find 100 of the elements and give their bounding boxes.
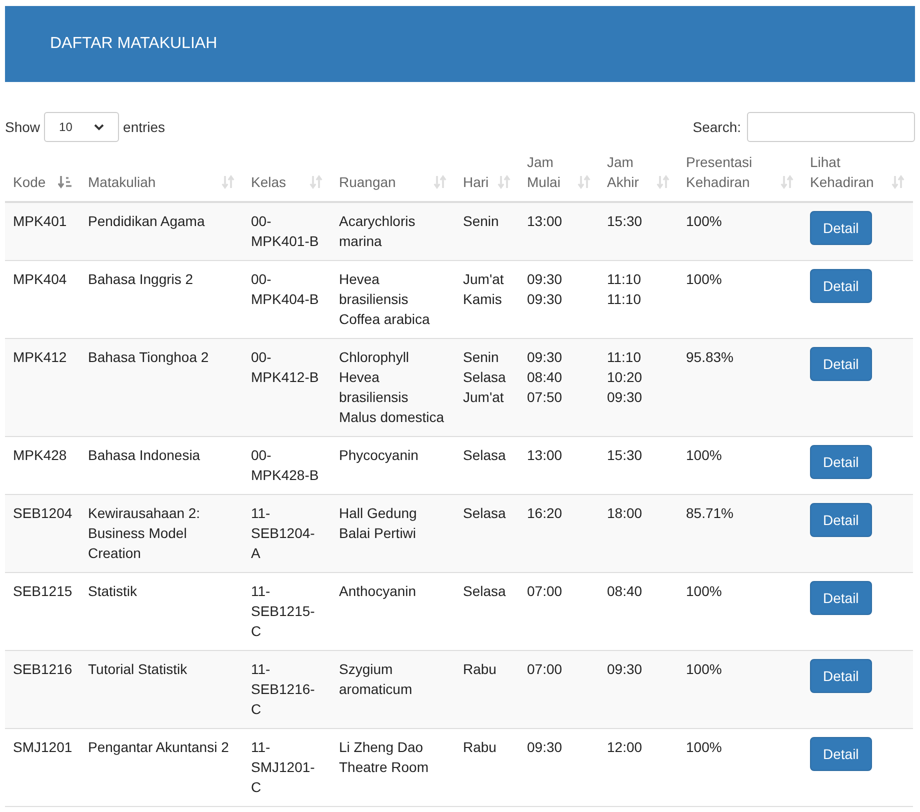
table-cell: 00-MPK401-B: [251, 213, 319, 249]
search-label: Search:: [692, 118, 741, 137]
time-text: 07:50: [527, 388, 564, 407]
time-text: 10:20: [607, 368, 644, 387]
detail-button[interactable]: Detail: [810, 503, 872, 537]
table-cell: 11-SMJ1201-C: [251, 739, 315, 795]
room-text: Coffea arabica: [339, 310, 431, 329]
table-cell: Statistik: [88, 583, 138, 599]
time-text: 09:30: [527, 270, 564, 289]
table-cell: 85.71%: [686, 505, 734, 521]
room-text: Szygium aromaticum: [339, 660, 414, 699]
room-text: Hevea brasiliensis: [339, 368, 410, 407]
table-cell: SEB1216: [13, 661, 72, 677]
day-text: Selasa: [463, 446, 507, 465]
table-cell: 00-MPK412-B: [251, 349, 319, 385]
room-text: Malus domestica: [339, 408, 446, 427]
day-text: Selasa: [463, 368, 507, 387]
table-cell: 11-SEB1216-C: [251, 661, 315, 717]
column-header[interactable]: Jam Mulai: [527, 152, 573, 192]
time-text: 15:30: [607, 212, 644, 231]
time-text: 09:30: [527, 290, 564, 309]
chevron-down-icon: [94, 124, 104, 130]
detail-button[interactable]: Detail: [810, 737, 872, 771]
column-header[interactable]: Jam Akhir: [607, 152, 652, 192]
time-text: 11:10: [607, 290, 642, 309]
table-cell: Bahasa Indonesia: [88, 447, 200, 463]
detail-button[interactable]: Detail: [810, 347, 872, 381]
time-text: 09:30: [527, 348, 564, 367]
room-text: Hevea brasiliensis: [339, 270, 410, 309]
entries-label: entries: [123, 118, 166, 137]
detail-button[interactable]: Detail: [810, 659, 872, 693]
table-cell: Bahasa Inggris 2: [88, 271, 194, 287]
time-text: 11:10: [607, 270, 642, 289]
table-cell: Bahasa Tionghoa 2: [88, 349, 209, 365]
time-text: 16:20: [527, 504, 564, 523]
detail-button[interactable]: Detail: [810, 581, 872, 615]
table-cell: Kewirausahaan 2: Business Model Creation: [88, 505, 200, 561]
time-text: 08:40: [527, 368, 564, 387]
room-text: Phycocyanin: [339, 446, 420, 465]
time-text: 15:30: [607, 446, 644, 465]
table-cell: 100%: [686, 739, 722, 755]
detail-button[interactable]: Detail: [810, 211, 872, 245]
column-header[interactable]: Kelas: [251, 172, 286, 192]
room-text: Acarychloris marina: [339, 212, 416, 251]
table-cell: 11-SEB1204-A: [251, 505, 315, 561]
table-cell: 100%: [686, 271, 722, 287]
time-text: 13:00: [527, 446, 564, 465]
table-cell: MPK428: [13, 447, 67, 463]
time-text: 11:10: [607, 348, 642, 367]
table-cell: 00-MPK428-B: [251, 447, 319, 483]
table-cell: SEB1204: [13, 505, 72, 521]
table-cell: SEB1215: [13, 583, 72, 599]
column-header[interactable]: Kode: [13, 172, 46, 192]
show-label: Show: [5, 118, 40, 137]
column-header[interactable]: Presentasi Kehadiran: [686, 152, 776, 192]
day-text: Rabu: [463, 738, 498, 757]
table-cell: 100%: [686, 583, 722, 599]
day-text: Jum'at: [463, 270, 505, 289]
table-cell: Pengantar Akuntansi 2: [88, 739, 229, 755]
table-cell: SMJ1201: [13, 739, 72, 755]
table-cell: MPK412: [13, 349, 67, 365]
entries-select[interactable]: 10: [44, 112, 120, 142]
room-text: Li Zheng Dao Theatre Room: [339, 738, 430, 777]
table-cell: Tutorial Statistik: [88, 661, 188, 677]
day-text: Rabu: [463, 660, 498, 679]
column-header[interactable]: Lihat Kehadiran: [810, 152, 887, 192]
time-text: 09:30: [607, 660, 644, 679]
table-cell: Pendidikan Agama: [88, 213, 205, 229]
time-text: 08:40: [607, 582, 644, 601]
day-text: Jum'at: [463, 388, 505, 407]
detail-button[interactable]: Detail: [810, 269, 872, 303]
table-cell: MPK401: [13, 213, 67, 229]
page-title: DAFTAR MATAKULIAH: [50, 34, 218, 54]
room-text: Anthocyanin: [339, 582, 418, 601]
time-text: 13:00: [527, 212, 564, 231]
day-text: Senin: [463, 212, 500, 231]
table-cell: 95.83%: [686, 349, 734, 365]
room-text: Hall Gedung Balai Pertiwi: [339, 504, 418, 543]
column-header[interactable]: Hari: [463, 172, 489, 192]
day-text: Senin: [463, 348, 500, 367]
time-text: 07:00: [527, 582, 564, 601]
table-cell: 100%: [686, 661, 722, 677]
room-text: Chlorophyll: [339, 348, 410, 367]
search-field[interactable]: [747, 112, 915, 142]
time-text: 12:00: [607, 738, 644, 757]
table-cell: 100%: [686, 447, 722, 463]
day-text: Kamis: [463, 290, 503, 309]
detail-button[interactable]: Detail: [810, 445, 872, 479]
time-text: 07:00: [527, 660, 564, 679]
day-text: Selasa: [463, 582, 507, 601]
column-header[interactable]: Ruangan: [339, 172, 396, 192]
table-cell: 100%: [686, 213, 722, 229]
time-text: 09:30: [527, 738, 564, 757]
column-header[interactable]: Matakuliah: [88, 172, 156, 192]
table-cell: MPK404: [13, 271, 67, 287]
table-cell: 00-MPK404-B: [251, 271, 319, 307]
time-text: 09:30: [607, 388, 644, 407]
day-text: Selasa: [463, 504, 507, 523]
time-text: 18:00: [607, 504, 644, 523]
table-cell: 11-SEB1215-C: [251, 583, 315, 639]
